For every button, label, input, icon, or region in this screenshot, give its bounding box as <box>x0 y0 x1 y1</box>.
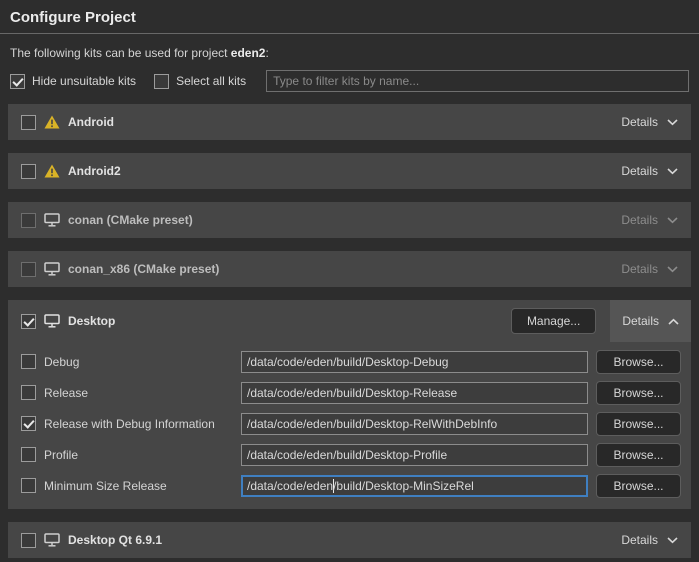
browse-button[interactable]: Browse... <box>596 443 681 467</box>
details-toggle[interactable]: Details <box>619 251 680 287</box>
select-all-label: Select all kits <box>176 74 246 88</box>
path-after-caret: /build/Desktop-MinSizeRel <box>333 479 474 493</box>
kit-checkbox[interactable] <box>21 164 36 179</box>
kit-row-conan-x86: conan_x86 (CMake preset) Details <box>8 251 691 287</box>
details-label: Details <box>621 213 658 227</box>
intro-prefix: The following kits can be used for proje… <box>10 46 231 60</box>
select-all-kits-toggle[interactable]: Select all kits <box>154 74 246 89</box>
path-before-caret: /data/code/eden <box>247 479 333 493</box>
build-config-checkbox[interactable] <box>21 354 36 369</box>
build-config-toggle[interactable]: Debug <box>21 354 241 369</box>
warning-icon <box>44 115 60 129</box>
build-config-toggle[interactable]: Minimum Size Release <box>21 478 241 493</box>
kit-row-desktop: Desktop Manage... Details <box>8 300 691 342</box>
kit-filter-toolbar: Hide unsuitable kits Select all kits <box>10 70 689 92</box>
kit-row-android2: Android2 Details <box>8 153 691 189</box>
kit-name: Desktop <box>68 314 115 328</box>
chevron-down-icon <box>667 266 678 273</box>
page-title: Configure Project <box>0 0 699 34</box>
build-config-checkbox[interactable] <box>21 447 36 462</box>
warning-icon <box>44 164 60 178</box>
kit-checkbox[interactable] <box>21 314 36 329</box>
hide-unsuitable-label: Hide unsuitable kits <box>32 74 136 88</box>
kit-row-conan: conan (CMake preset) Details <box>8 202 691 238</box>
details-toggle[interactable]: Details <box>619 104 680 140</box>
kit-checkbox[interactable] <box>21 115 36 130</box>
chevron-down-icon <box>667 217 678 224</box>
build-config-row-minsizerel: Minimum Size Release /data/code/eden/bui… <box>8 470 691 501</box>
browse-button[interactable]: Browse... <box>596 474 681 498</box>
build-config-toggle[interactable]: Release with Debug Information <box>21 416 241 431</box>
build-config-checkbox[interactable] <box>21 478 36 493</box>
build-dir-input[interactable] <box>241 444 588 466</box>
chevron-down-icon <box>667 119 678 126</box>
build-config-row-release: Release Browse... <box>8 377 691 408</box>
build-config-label: Minimum Size Release <box>44 479 167 493</box>
build-config-label: Profile <box>44 448 78 462</box>
details-label: Details <box>621 533 658 547</box>
manage-kits-button[interactable]: Manage... <box>511 308 596 334</box>
kit-checkbox[interactable] <box>21 533 36 548</box>
kit-name: Android <box>68 115 114 129</box>
details-label: Details <box>621 262 658 276</box>
details-toggle[interactable]: Details <box>610 300 691 342</box>
details-label: Details <box>621 164 658 178</box>
kit-name: conan (CMake preset) <box>68 213 193 227</box>
build-config-label: Debug <box>44 355 79 369</box>
project-name: eden2 <box>231 46 266 60</box>
kit-list: Android Details Android2 Details conan (… <box>8 104 691 558</box>
build-config-toggle[interactable]: Release <box>21 385 241 400</box>
intro-text: The following kits can be used for proje… <box>10 46 689 60</box>
monitor-icon <box>44 262 60 276</box>
build-config-checkbox[interactable] <box>21 416 36 431</box>
build-dir-input-focused[interactable]: /data/code/eden/build/Desktop-MinSizeRel <box>241 475 588 497</box>
build-config-row-profile: Profile Browse... <box>8 439 691 470</box>
browse-button[interactable]: Browse... <box>596 350 681 374</box>
kit-row-desktop-qt: Desktop Qt 6.9.1 Details <box>8 522 691 558</box>
kit-checkbox[interactable] <box>21 213 36 228</box>
build-dir-input[interactable] <box>241 351 588 373</box>
build-config-row-relwithdebinfo: Release with Debug Information Browse... <box>8 408 691 439</box>
kit-checkbox[interactable] <box>21 262 36 277</box>
build-config-row-debug: Debug Browse... <box>8 346 691 377</box>
details-toggle[interactable]: Details <box>619 202 680 238</box>
details-toggle[interactable]: Details <box>619 522 680 558</box>
browse-button[interactable]: Browse... <box>596 381 681 405</box>
kit-row-android: Android Details <box>8 104 691 140</box>
intro-suffix: : <box>265 46 268 60</box>
kit-name: Desktop Qt 6.9.1 <box>68 533 162 547</box>
details-toggle[interactable]: Details <box>619 153 680 189</box>
hide-unsuitable-kits-toggle[interactable]: Hide unsuitable kits <box>10 74 136 89</box>
kit-name: conan_x86 (CMake preset) <box>68 262 219 276</box>
build-config-label: Release with Debug Information <box>44 417 215 431</box>
build-config-toggle[interactable]: Profile <box>21 447 241 462</box>
build-dir-input[interactable] <box>241 382 588 404</box>
build-config-checkbox[interactable] <box>21 385 36 400</box>
monitor-icon <box>44 213 60 227</box>
select-all-checkbox[interactable] <box>154 74 169 89</box>
chevron-down-icon <box>667 537 678 544</box>
kit-filter-input[interactable] <box>266 70 689 92</box>
hide-unsuitable-checkbox[interactable] <box>10 74 25 89</box>
details-label: Details <box>622 314 659 328</box>
build-config-label: Release <box>44 386 88 400</box>
browse-button[interactable]: Browse... <box>596 412 681 436</box>
kit-name: Android2 <box>68 164 121 178</box>
build-dir-input[interactable] <box>241 413 588 435</box>
details-label: Details <box>621 115 658 129</box>
monitor-icon <box>44 533 60 547</box>
kit-panel-desktop: Desktop Manage... Details Debug Browse..… <box>8 300 691 509</box>
chevron-down-icon <box>667 168 678 175</box>
chevron-up-icon <box>668 318 679 325</box>
monitor-icon <box>44 314 60 328</box>
